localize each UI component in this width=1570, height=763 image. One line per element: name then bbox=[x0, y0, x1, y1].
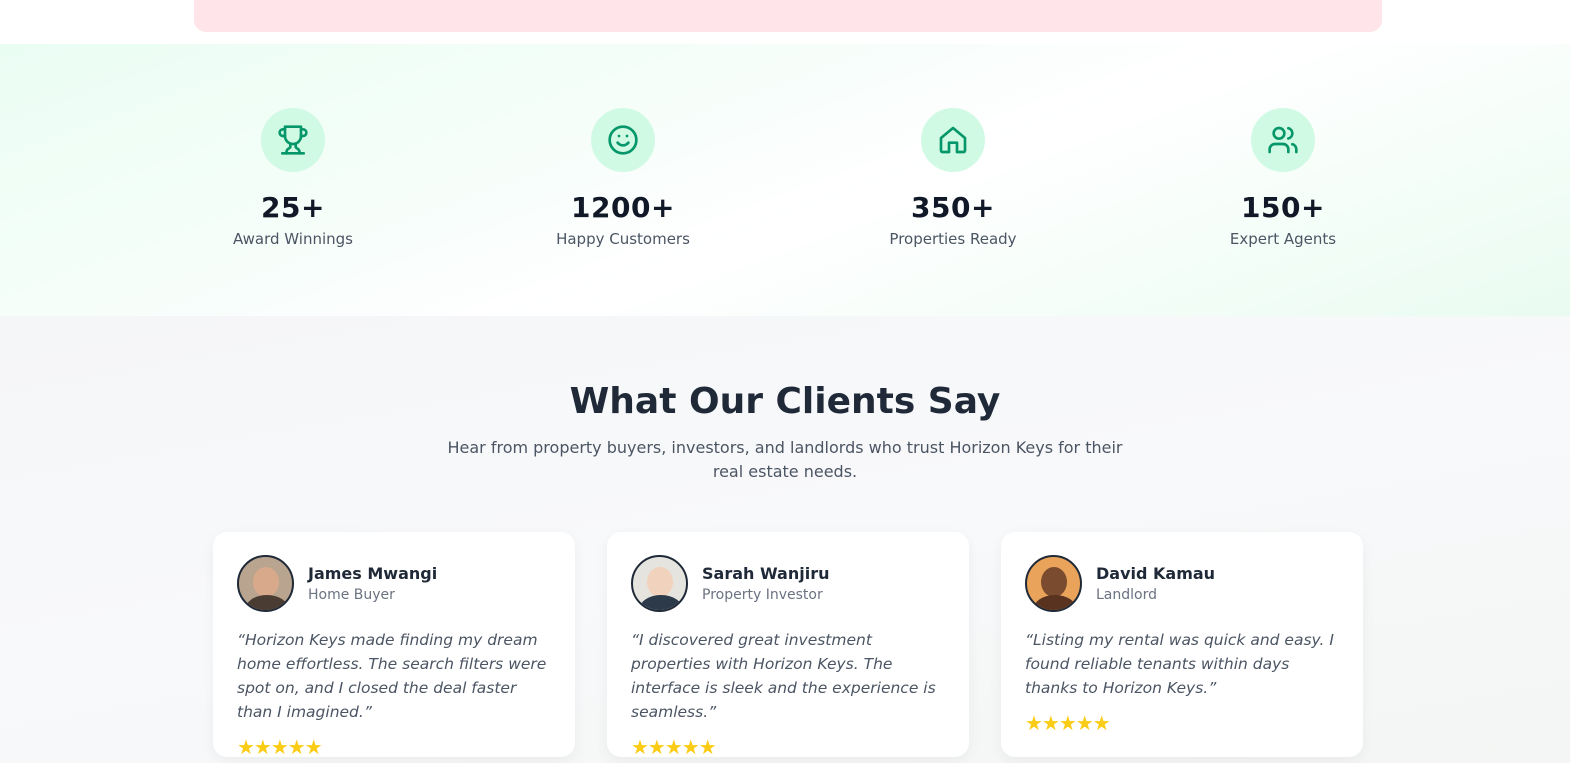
client-name: James Mwangi bbox=[308, 563, 438, 583]
client-name: Sarah Wanjiru bbox=[702, 563, 830, 583]
trophy-icon bbox=[261, 108, 325, 172]
section-title: What Our Clients Say bbox=[569, 381, 1001, 422]
stat-properties-ready: 350+ Properties Ready bbox=[823, 108, 1083, 249]
stats-section: 25+ Award Winnings 1200+ Happy Customers… bbox=[0, 44, 1570, 316]
testimonial-quote: “Listing my rental was quick and easy. I… bbox=[1025, 631, 1334, 697]
client-name: David Kamau bbox=[1096, 563, 1216, 583]
client-role: Landlord bbox=[1096, 586, 1157, 603]
star-rating: ★★★★★ bbox=[237, 735, 323, 759]
stat-value: 25+ bbox=[261, 191, 325, 224]
stat-award-winnings: 25+ Award Winnings bbox=[163, 108, 423, 249]
home-icon bbox=[921, 108, 985, 172]
stat-label: Happy Customers bbox=[556, 230, 690, 248]
star-rating: ★★★★★ bbox=[1025, 711, 1111, 735]
testimonial-quote: “I discovered great investment propertie… bbox=[631, 631, 936, 721]
stat-value: 1200+ bbox=[571, 191, 675, 224]
testimonial-card: David Kamau Landlord “Listing my rental … bbox=[1001, 532, 1363, 757]
users-icon bbox=[1251, 108, 1315, 172]
star-rating: ★★★★★ bbox=[631, 735, 717, 759]
stat-happy-customers: 1200+ Happy Customers bbox=[493, 108, 753, 249]
top-banner bbox=[194, 0, 1382, 32]
section-subtitle: Hear from property buyers, investors, an… bbox=[447, 438, 1123, 481]
testimonials-section: What Our Clients Say Hear from property … bbox=[0, 316, 1570, 763]
smile-icon bbox=[591, 108, 655, 172]
stat-label: Properties Ready bbox=[889, 230, 1017, 248]
testimonial-quote: “Horizon Keys made finding my dream home… bbox=[237, 631, 547, 721]
testimonial-card: James Mwangi Home Buyer “Horizon Keys ma… bbox=[213, 532, 575, 759]
stat-expert-agents: 150+ Expert Agents bbox=[1153, 108, 1413, 249]
stat-label: Expert Agents bbox=[1229, 230, 1337, 248]
avatar bbox=[237, 555, 294, 612]
avatar bbox=[631, 555, 688, 612]
client-role: Property Investor bbox=[702, 586, 823, 603]
stat-label: Award Winnings bbox=[233, 230, 353, 248]
testimonial-card: Sarah Wanjiru Property Investor “I disco… bbox=[607, 532, 969, 759]
stat-value: 150+ bbox=[1241, 191, 1325, 224]
avatar bbox=[1025, 555, 1082, 612]
client-role: Home Buyer bbox=[308, 586, 395, 603]
stat-value: 350+ bbox=[911, 191, 995, 224]
